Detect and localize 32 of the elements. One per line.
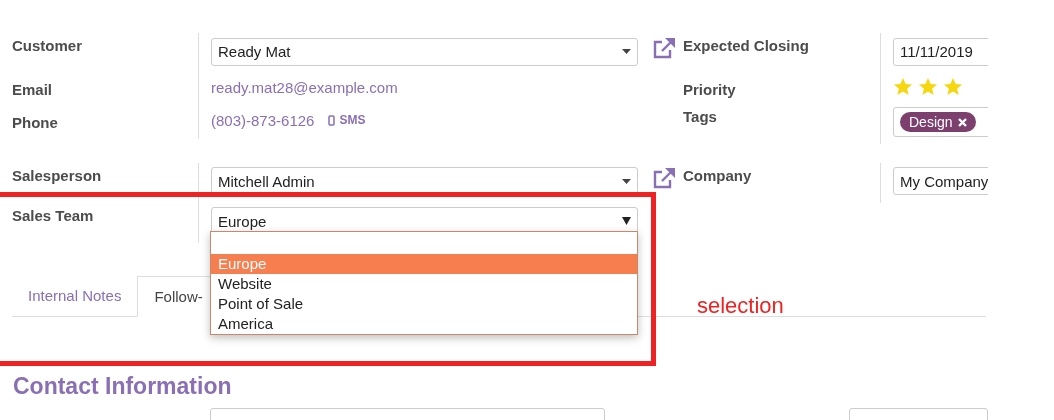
field-label: Customer <box>12 37 82 54</box>
star-icon[interactable] <box>893 77 913 97</box>
section-title: Contact Information <box>13 373 233 400</box>
star-icon[interactable] <box>943 77 963 97</box>
input-field[interactable]: My Company <box>893 167 988 195</box>
caret-icon[interactable] <box>622 49 631 54</box>
field-label: Tags <box>683 108 717 125</box>
field-label: Expected Closing <box>683 37 809 54</box>
phone-link[interactable]: (803)-873-6126 <box>211 111 315 129</box>
phone-icon[interactable] <box>328 114 336 126</box>
close-icon[interactable] <box>957 117 967 127</box>
field-label: Email <box>12 81 53 98</box>
tag[interactable]: Design <box>900 112 976 132</box>
field-label: Priority <box>683 80 736 98</box>
star-icon[interactable] <box>918 77 938 97</box>
email-link[interactable]: ready.mat28@example.com <box>211 79 398 96</box>
external-link-icon[interactable] <box>652 37 676 59</box>
caret-icon[interactable] <box>622 217 631 225</box>
select-field[interactable]: Ready Mat <box>211 37 638 66</box>
field-label: Sales Team <box>12 207 94 224</box>
external-link-icon[interactable] <box>652 167 676 189</box>
tab[interactable]: Internal Notes <box>12 276 138 316</box>
input-field[interactable]: 11/11/2019 <box>893 37 988 66</box>
annotation-label: selection <box>697 293 784 319</box>
field-label: Phone <box>12 113 58 131</box>
tags-field[interactable]: Design <box>893 107 988 137</box>
select-field[interactable]: Mitchell Admin <box>211 167 638 195</box>
dropdown-option[interactable]: America <box>211 314 637 334</box>
caret-icon[interactable] <box>622 178 631 184</box>
field-label: Salesperson <box>12 167 102 184</box>
sms-button[interactable]: SMS <box>328 113 366 127</box>
field-label: Company <box>683 167 752 184</box>
